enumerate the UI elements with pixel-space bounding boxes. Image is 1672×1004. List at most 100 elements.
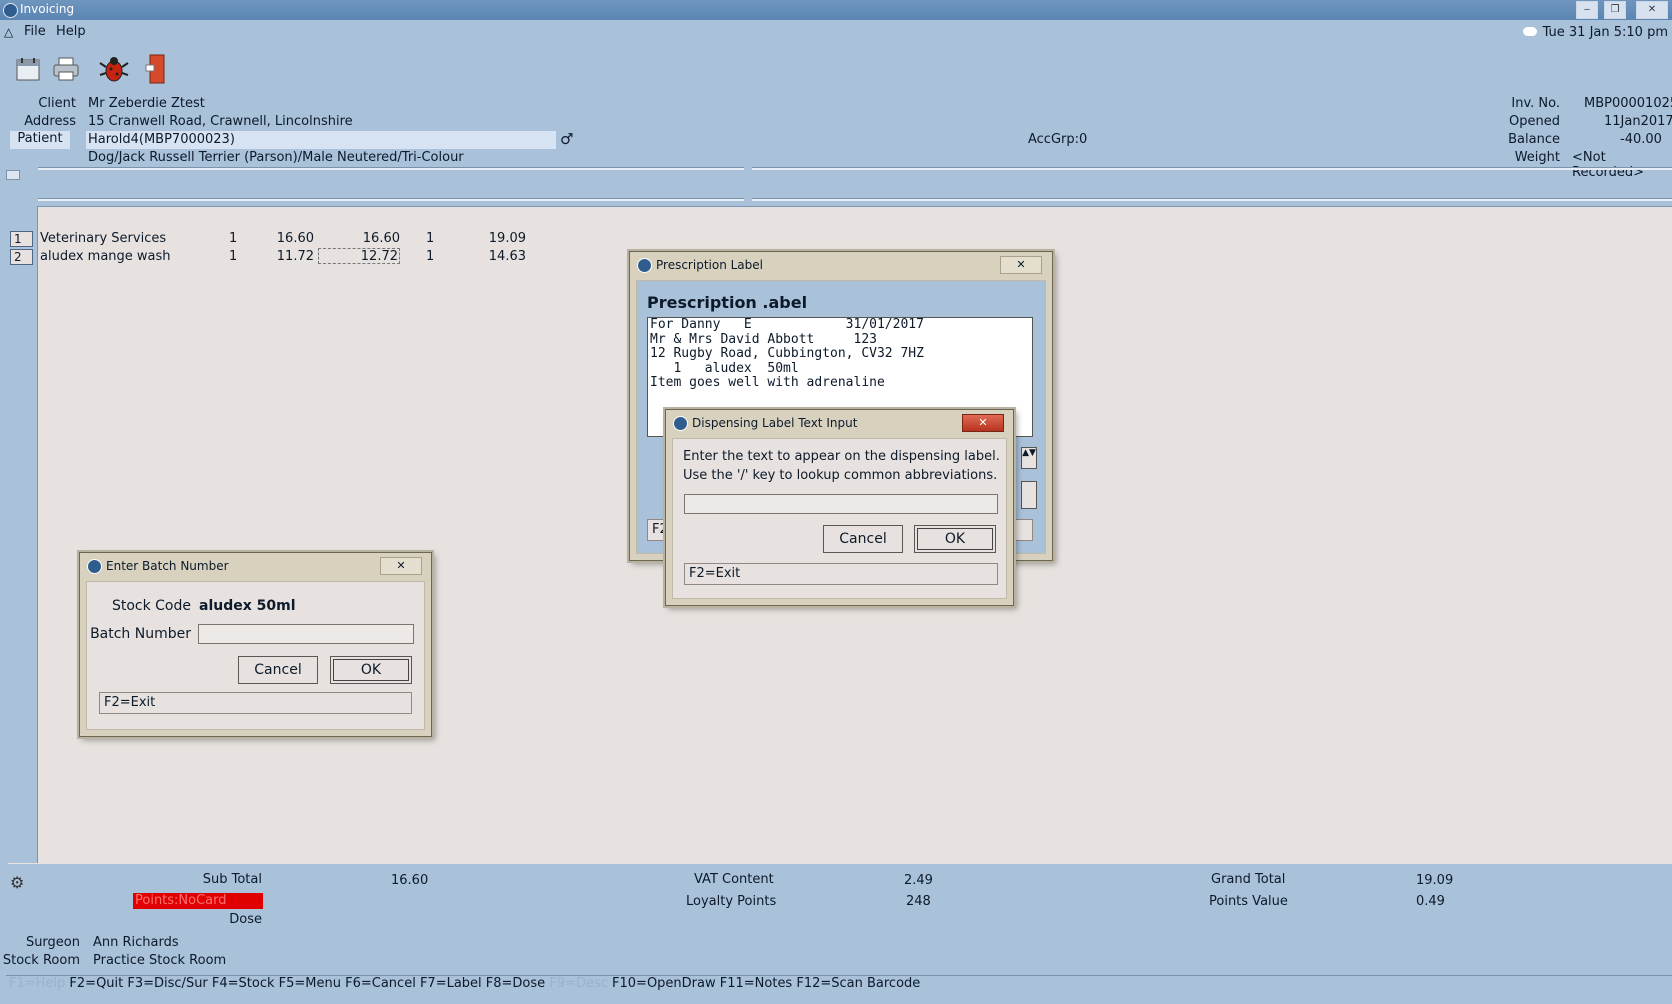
surgeon-label: Surgeon — [25, 935, 80, 950]
fkey-help[interactable]: F1=Help — [6, 976, 65, 991]
clock-text: Tue 31 Jan 5:10 pm — [1542, 25, 1668, 40]
patient-label: Patient — [10, 131, 70, 149]
line-total[interactable]: 19.09 — [480, 231, 526, 246]
function-key-bar: F1=Help F2=Quit F3=Disc/Sur F4=Stock F5=… — [6, 975, 1672, 996]
prompt-line-1: Enter the text to appear on the dispensi… — [683, 449, 1000, 464]
line-quantity[interactable]: 1 — [229, 231, 237, 246]
minimize-button[interactable]: ‒ — [1576, 1, 1598, 19]
maximize-button[interactable]: ❐ — [1604, 1, 1626, 19]
client-value: Mr Zeberdie Ztest — [88, 96, 205, 111]
opened-label: Opened — [1509, 114, 1560, 129]
batch-number-dialog: Enter Batch Number ✕ Stock Code aludex 5… — [79, 552, 432, 737]
client-label: Client — [38, 96, 76, 111]
label-line: Mr & Mrs David Abbott 123 — [650, 331, 877, 347]
app-icon — [87, 559, 102, 574]
printer-icon — [53, 57, 79, 81]
surgeon-value: Ann Richards — [93, 935, 179, 950]
dispensing-label-dialog: Dispensing Label Text Input ✕ Enter the … — [665, 409, 1014, 606]
menu-help[interactable]: Help — [56, 24, 86, 39]
label-line: 1 aludex 50ml — [650, 360, 799, 376]
points-badge-text: Points:NoCard — [135, 893, 227, 908]
row-number-column: 1 2 — [8, 206, 38, 863]
stock-code-value: aludex 50ml — [199, 598, 296, 614]
spinner-control[interactable]: ▲▼ — [1021, 447, 1037, 469]
points-value-label: Points Value — [1209, 894, 1288, 909]
app-icon — [637, 258, 652, 273]
line-price[interactable]: 16.60 — [270, 231, 314, 246]
label-text-input[interactable] — [684, 494, 998, 514]
fkey-main[interactable]: F2=Quit F3=Disc/Sur F4=Stock F5=Menu F6=… — [69, 976, 545, 991]
fkey-desc[interactable]: F9=Desc — [549, 976, 608, 991]
dialog-button[interactable] — [1021, 481, 1037, 509]
prompt-line-2: Use the '/' key to lookup common abbrevi… — [683, 468, 998, 483]
bug-button[interactable] — [94, 50, 134, 88]
subtotal-value: 16.60 — [391, 873, 429, 888]
window-titlebar: Invoicing ‒ ❐ ✕ — [0, 0, 1672, 20]
close-window-button[interactable]: ✕ — [1636, 1, 1668, 19]
weight-label: Weight — [1514, 150, 1560, 165]
grand-total-label: Grand Total — [1211, 872, 1286, 887]
menu-file[interactable]: File — [24, 24, 46, 39]
line-net[interactable]: 12.72 — [318, 248, 400, 264]
header-separator — [38, 167, 744, 170]
settings-gear-icon[interactable]: ⚙ — [10, 873, 24, 892]
bug-icon — [99, 57, 129, 82]
dose-label: Dose — [229, 912, 262, 927]
label-line: For Danny E 31/01/2017 — [650, 317, 924, 332]
line-total[interactable]: 14.63 — [480, 249, 526, 264]
weather-icon — [1522, 27, 1537, 36]
dialog-titlebar: Enter Batch Number ✕ — [80, 553, 431, 579]
line-description[interactable]: aludex mange wash — [40, 249, 171, 264]
cancel-button[interactable]: Cancel — [823, 525, 903, 553]
line-description[interactable]: Veterinary Services — [40, 231, 166, 246]
row-number[interactable]: 2 — [10, 249, 33, 265]
line-price[interactable]: 11.72 — [270, 249, 314, 264]
address-value: 15 Cranwell Road, Crawnell, Lincolnshire — [88, 114, 353, 129]
cancel-button[interactable]: Cancel — [238, 656, 318, 684]
vat-label: VAT Content — [694, 872, 774, 887]
line-quantity[interactable]: 1 — [229, 249, 237, 264]
stock-code-label: Stock Code — [111, 598, 191, 614]
dialog-title: Prescription Label — [656, 258, 763, 272]
app-menu-icon[interactable]: △ — [4, 25, 13, 39]
dialog-title: Dispensing Label Text Input — [692, 416, 858, 430]
exit-door-icon — [145, 54, 165, 84]
opened-value: 11Jan2017 — [1604, 114, 1672, 129]
line-net[interactable]: 16.60 — [356, 231, 400, 246]
dialog-body: Enter the text to appear on the dispensi… — [672, 438, 1007, 599]
dialog-status-bar: F2=Exit — [99, 692, 412, 714]
animal-description: Dog/Jack Russell Terrier (Parson)/Male N… — [88, 150, 464, 165]
close-button[interactable]: ✕ — [1000, 256, 1042, 274]
ok-button[interactable]: OK — [330, 656, 412, 684]
expand-handle[interactable] — [6, 170, 20, 180]
clock: Tue 31 Jan 5:10 pm — [1522, 25, 1668, 40]
column-separator — [752, 198, 1672, 201]
line-vat-code[interactable]: 1 — [426, 249, 434, 264]
stock-room-value: Practice Stock Room — [93, 953, 227, 968]
calendar-button[interactable] — [8, 50, 48, 88]
batch-number-input[interactable] — [198, 624, 414, 644]
header-separator — [752, 167, 1672, 170]
dialog-title: Enter Batch Number — [106, 559, 229, 573]
loyalty-points-value: 248 — [906, 894, 931, 909]
app-icon — [673, 416, 688, 431]
ok-button[interactable]: OK — [914, 525, 996, 553]
menu-bar: △ File Help Tue 31 Jan 5:10 pm — [0, 22, 1672, 42]
patient-value: Harold4(MBP7000023) — [88, 132, 235, 147]
calendar-icon — [16, 58, 40, 81]
points-badge: Points:NoCard — [133, 893, 263, 909]
row-number[interactable]: 1 — [10, 231, 33, 247]
balance-value: -40.00 — [1620, 132, 1662, 147]
batch-number-label: Batch Number — [90, 626, 191, 642]
fkey-rest[interactable]: F10=OpenDraw F11=Notes F12=Scan Barcode — [612, 976, 920, 991]
label-line: Item goes well with adrenaline — [650, 375, 885, 391]
invoice-number-label: Inv. No. — [1511, 96, 1560, 111]
prescription-heading: Prescription .abel — [647, 293, 808, 312]
line-vat-code[interactable]: 1 — [426, 231, 434, 246]
close-button[interactable]: ✕ — [962, 414, 1004, 432]
close-button[interactable]: ✕ — [380, 557, 422, 575]
grand-total-value: 19.09 — [1416, 873, 1454, 888]
exit-button[interactable] — [136, 50, 176, 88]
print-button[interactable] — [46, 50, 86, 88]
column-separator — [38, 198, 744, 201]
